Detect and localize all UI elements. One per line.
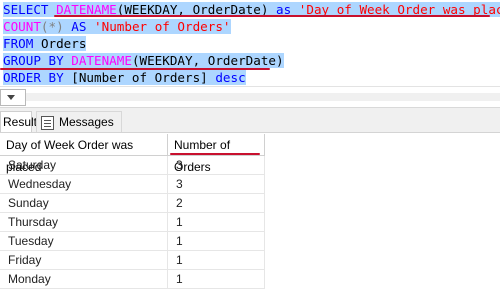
results-tab-bar: Results Messages [0, 108, 500, 133]
order-by-column: [Number of Orders] [71, 70, 208, 85]
query-line-5: ORDER BY [Number of Orders] desc [3, 69, 246, 86]
day-cell[interactable]: Sunday [0, 194, 168, 213]
editor-status-strip [0, 86, 500, 108]
day-cell[interactable]: Tuesday [0, 232, 168, 251]
table-row[interactable]: Wednesday 3 [0, 175, 265, 194]
count-cell[interactable]: 3 [168, 156, 265, 175]
underline-count-header [170, 153, 260, 155]
tab-results[interactable]: Results [0, 111, 43, 132]
day-cell[interactable]: Friday [0, 251, 168, 270]
chevron-down-icon [7, 95, 15, 100]
day-cell[interactable]: Wednesday [0, 175, 168, 194]
order-by-keyword: ORDER BY [3, 70, 64, 85]
table-row[interactable]: Friday 1 [0, 251, 265, 270]
count-alias-string: 'Number of Orders' [94, 19, 231, 34]
table-row[interactable]: Sunday 2 [0, 194, 265, 213]
tab-messages-label: Messages [59, 115, 114, 129]
query-line-2: COUNT(*) AS 'Number of Orders' [3, 18, 231, 35]
datename-args-2: (WEEKDAY, OrderDate) [131, 53, 284, 68]
count-cell[interactable]: 3 [168, 175, 265, 194]
day-cell[interactable]: Saturday [0, 156, 168, 175]
as-keyword-2: AS [71, 19, 87, 34]
underline-select-datename [54, 15, 490, 17]
query-line-3: FROM Orders [3, 35, 87, 52]
query-line-4: GROUP BY DATENAME(WEEKDAY, OrderDate) [3, 52, 284, 69]
day-cell[interactable]: Monday [0, 270, 168, 289]
table-row[interactable]: Thursday 1 [0, 213, 265, 232]
sql-query-editor[interactable]: SELECT DATENAME(WEEKDAY, OrderDate) as '… [0, 0, 500, 86]
count-cell[interactable]: 1 [168, 232, 265, 251]
zoom-dropdown[interactable] [0, 89, 26, 106]
table-row[interactable]: Saturday 3 [0, 156, 265, 175]
group-by-keyword: GROUP BY [3, 53, 64, 68]
from-keyword: FROM [3, 36, 34, 51]
datename-function-2: DATENAME [71, 53, 132, 68]
desc-keyword: desc [215, 70, 246, 85]
orders-table: Orders [40, 36, 87, 51]
select-keyword: SELECT [3, 2, 49, 17]
column-header-day[interactable]: Day of Week Order was placed [0, 134, 168, 174]
count-cell[interactable]: 1 [168, 270, 265, 289]
day-cell[interactable]: Thursday [0, 213, 168, 232]
count-cell[interactable]: 2 [168, 194, 265, 213]
table-row[interactable]: Tuesday 1 [0, 232, 265, 251]
count-cell[interactable]: 1 [168, 251, 265, 270]
horizontal-scrollbar[interactable] [26, 93, 500, 101]
messages-icon [41, 116, 54, 130]
table-row[interactable]: Monday 1 [0, 270, 265, 289]
count-args: (*) [40, 19, 64, 34]
count-cell[interactable]: 1 [168, 213, 265, 232]
tab-messages[interactable]: Messages [36, 111, 122, 132]
count-function: COUNT [3, 19, 41, 34]
